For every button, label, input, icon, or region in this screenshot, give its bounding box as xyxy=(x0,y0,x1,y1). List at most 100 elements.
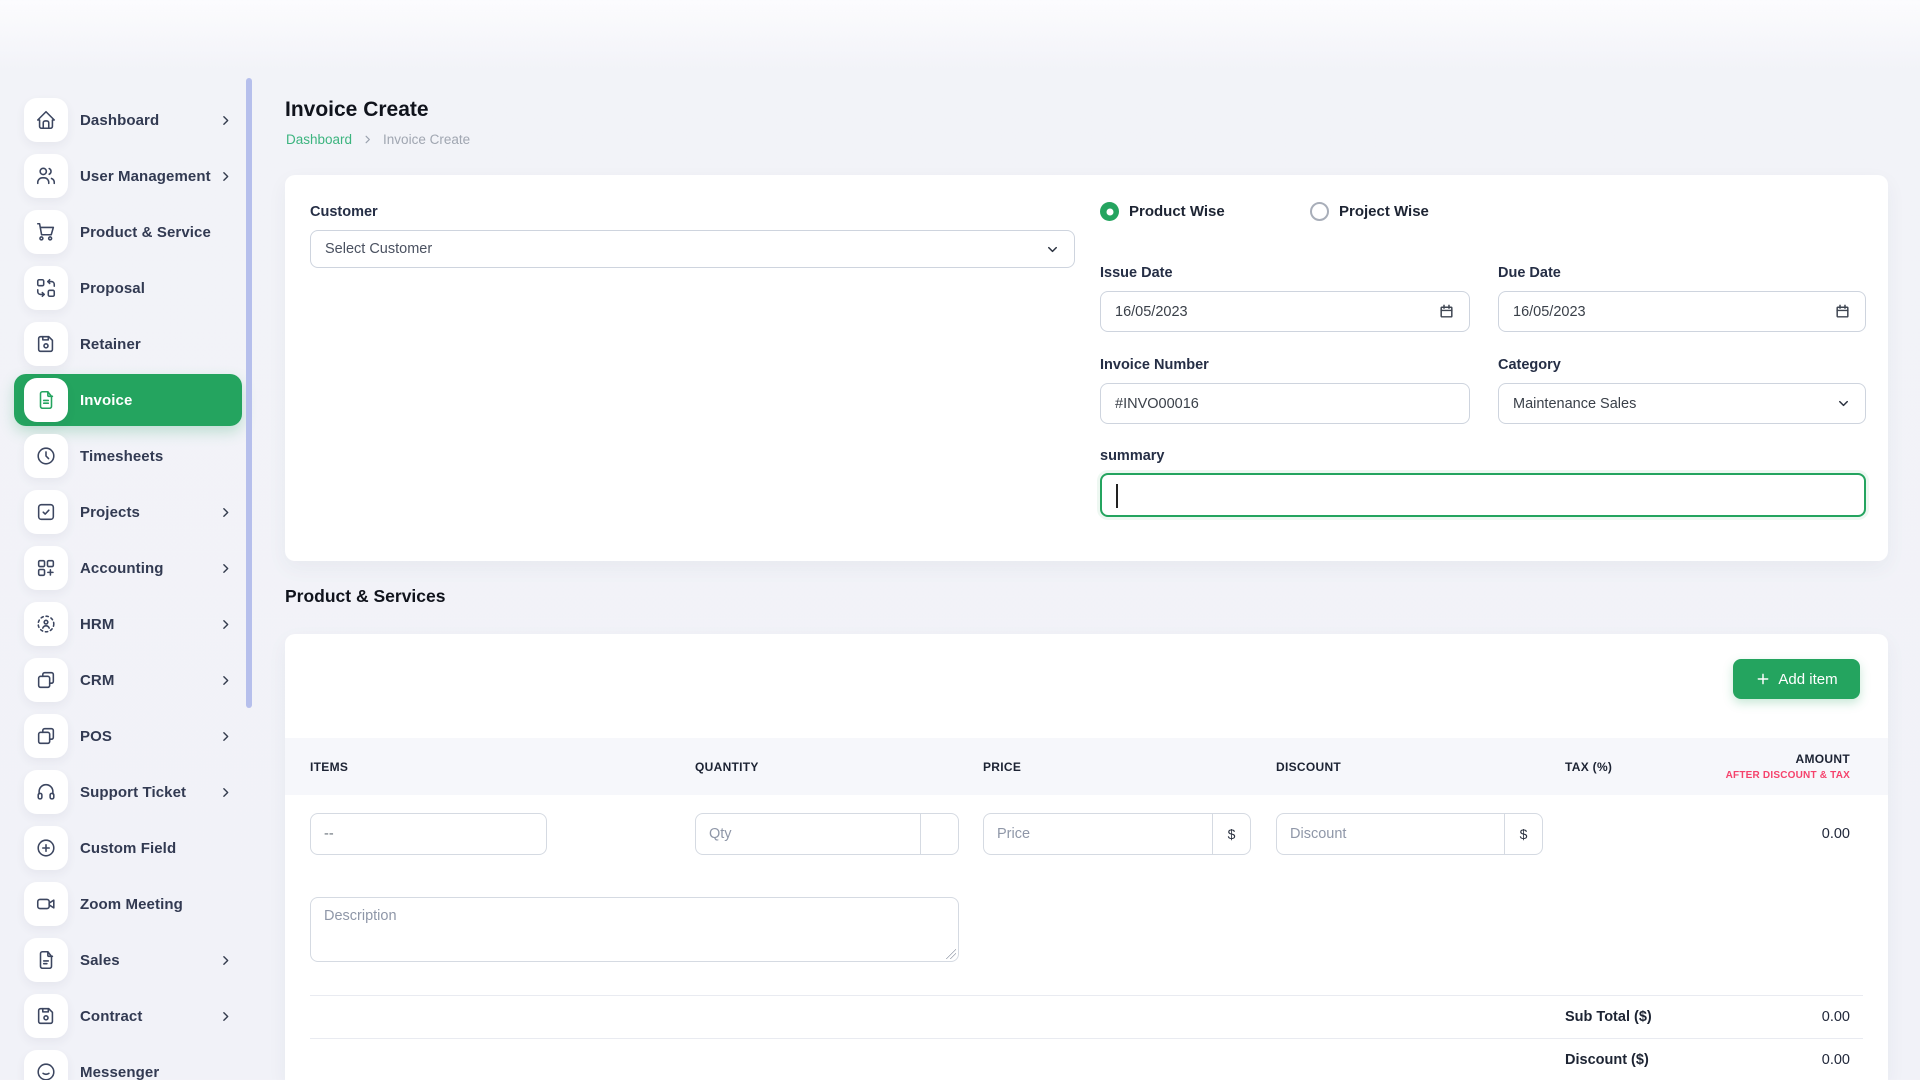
invoice-details-card: Customer Select Customer Product Wise Pr… xyxy=(285,175,1888,561)
due-date-input[interactable]: 16/05/2023 xyxy=(1498,291,1866,332)
focus-user-icon xyxy=(24,602,68,646)
products-section-title: Product & Services xyxy=(285,586,445,607)
customer-select-value: Select Customer xyxy=(325,241,432,257)
apps-plus-icon xyxy=(24,546,68,590)
add-item-button-label: Add item xyxy=(1778,671,1837,688)
issue-date-input[interactable]: 16/05/2023 xyxy=(1100,291,1470,332)
sidebar-item-label: POS xyxy=(80,728,112,745)
description-field-wrap xyxy=(310,897,959,962)
customer-label: Customer xyxy=(310,204,378,220)
col-tax: TAX (%) xyxy=(1565,760,1720,774)
sidebar-item-zoom-meeting[interactable]: Zoom Meeting xyxy=(14,878,242,930)
sidebar-item-label: CRM xyxy=(80,672,114,689)
sidebar-item-user-management[interactable]: User Management xyxy=(14,150,242,202)
sidebar-item-timesheets[interactable]: Timesheets xyxy=(14,430,242,482)
sidebar-item-sales[interactable]: Sales xyxy=(14,934,242,986)
users-icon xyxy=(24,154,68,198)
row-amount-value: 0.00 xyxy=(1720,826,1863,842)
sidebar-item-label: Product & Service xyxy=(80,224,211,241)
chevron-right-icon xyxy=(219,674,232,687)
project-wise-radio[interactable]: Project Wise xyxy=(1310,202,1429,221)
sidebar-item-product-service[interactable]: Product & Service xyxy=(14,206,242,258)
message-smile-icon xyxy=(24,1050,68,1080)
chevron-right-icon xyxy=(362,134,373,145)
discount-currency-suffix: $ xyxy=(1504,814,1542,854)
issue-date-label: Issue Date xyxy=(1100,265,1173,281)
description-textarea[interactable] xyxy=(310,897,959,962)
chevron-down-icon xyxy=(1836,396,1851,411)
project-wise-label: Project Wise xyxy=(1339,203,1429,220)
sidebar-item-accounting[interactable]: Accounting xyxy=(14,542,242,594)
product-services-card: Add item ITEMS QUANTITY PRICE DISCOUNT T… xyxy=(285,634,1888,1080)
discount-input-group: $ xyxy=(1276,813,1543,855)
discount-total-label: Discount ($) xyxy=(1565,1052,1649,1068)
chevron-right-icon xyxy=(219,1010,232,1023)
subtotal-label: Sub Total ($) xyxy=(1565,1009,1652,1025)
sidebar-item-support-ticket[interactable]: Support Ticket xyxy=(14,766,242,818)
sidebar-item-label: User Management xyxy=(80,168,211,185)
sidebar-item-label: Sales xyxy=(80,952,120,969)
sidebar-item-hrm[interactable]: HRM xyxy=(14,598,242,650)
clock-icon xyxy=(24,434,68,478)
item-select[interactable]: -- xyxy=(310,813,547,855)
sidebar-item-custom-field[interactable]: Custom Field xyxy=(14,822,242,874)
windows-icon xyxy=(24,658,68,702)
home-icon xyxy=(24,98,68,142)
sidebar-item-messenger[interactable]: Messenger xyxy=(14,1046,242,1080)
product-wise-radio[interactable]: Product Wise xyxy=(1100,202,1225,221)
text-caret xyxy=(1116,484,1118,508)
sidebar-item-crm[interactable]: CRM xyxy=(14,654,242,706)
sidebar-item-contract[interactable]: Contract xyxy=(14,990,242,1042)
quantity-input[interactable] xyxy=(696,814,920,854)
sidebar-item-invoice[interactable]: Invoice xyxy=(14,374,242,426)
item-select-value: -- xyxy=(324,826,334,842)
breadcrumb-current: Invoice Create xyxy=(383,132,470,147)
amount-note: AFTER DISCOUNT & TAX xyxy=(1720,770,1850,781)
discount-total-value: 0.00 xyxy=(1822,1052,1850,1068)
category-select-value: Maintenance Sales xyxy=(1513,396,1636,412)
summary-textarea[interactable] xyxy=(1100,473,1866,517)
chevron-right-icon xyxy=(219,170,232,183)
sidebar-item-proposal[interactable]: Proposal xyxy=(14,262,242,314)
sidebar-item-projects[interactable]: Projects xyxy=(14,486,242,538)
category-label: Category xyxy=(1498,357,1561,373)
sidebar-item-pos[interactable]: POS xyxy=(14,710,242,762)
breadcrumb: Dashboard Invoice Create xyxy=(286,132,470,147)
discount-input[interactable] xyxy=(1277,814,1504,854)
sidebar-item-label: Custom Field xyxy=(80,840,176,857)
category-select[interactable]: Maintenance Sales xyxy=(1498,383,1866,424)
breadcrumb-dashboard-link[interactable]: Dashboard xyxy=(286,132,352,147)
col-items: ITEMS xyxy=(310,760,695,774)
invoice-number-input[interactable]: #INVO00016 xyxy=(1100,383,1470,424)
add-item-button[interactable]: Add item xyxy=(1733,659,1860,699)
sidebar-item-retainer[interactable]: Retainer xyxy=(14,318,242,370)
customer-select[interactable]: Select Customer xyxy=(310,230,1075,268)
file-invoice-icon xyxy=(24,378,68,422)
col-quantity: QUANTITY xyxy=(695,760,983,774)
calendar-icon[interactable] xyxy=(1834,303,1851,320)
sidebar-scrollbar[interactable] xyxy=(246,78,252,708)
summary-label: summary xyxy=(1100,448,1164,464)
radio-unchecked-icon xyxy=(1310,202,1329,221)
col-discount: DISCOUNT xyxy=(1276,760,1565,774)
issue-date-value: 16/05/2023 xyxy=(1115,304,1188,320)
sidebar-item-label: Zoom Meeting xyxy=(80,896,183,913)
sidebar-item-dashboard[interactable]: Dashboard xyxy=(14,94,242,146)
col-price: PRICE xyxy=(983,760,1276,774)
floppy-icon xyxy=(24,322,68,366)
sidebar-item-label: Support Ticket xyxy=(80,784,186,801)
chevron-down-icon xyxy=(1045,242,1060,257)
radio-checked-icon xyxy=(1100,202,1119,221)
sidebar-item-label: Timesheets xyxy=(80,448,163,465)
sidebar-item-label: Projects xyxy=(80,504,140,521)
sidebar: Dashboard User Management Product & Servic… xyxy=(0,0,258,1080)
circle-plus-icon xyxy=(24,826,68,870)
calendar-icon[interactable] xyxy=(1438,303,1455,320)
chevron-right-icon xyxy=(219,954,232,967)
product-wise-label: Product Wise xyxy=(1129,203,1225,220)
discount-total-row: Discount ($) 0.00 xyxy=(310,1038,1863,1080)
quantity-unit-suffix xyxy=(920,814,958,854)
totals-section: Sub Total ($) 0.00 Discount ($) 0.00 xyxy=(310,995,1863,1080)
chevron-right-icon xyxy=(219,562,232,575)
price-input[interactable] xyxy=(984,814,1212,854)
